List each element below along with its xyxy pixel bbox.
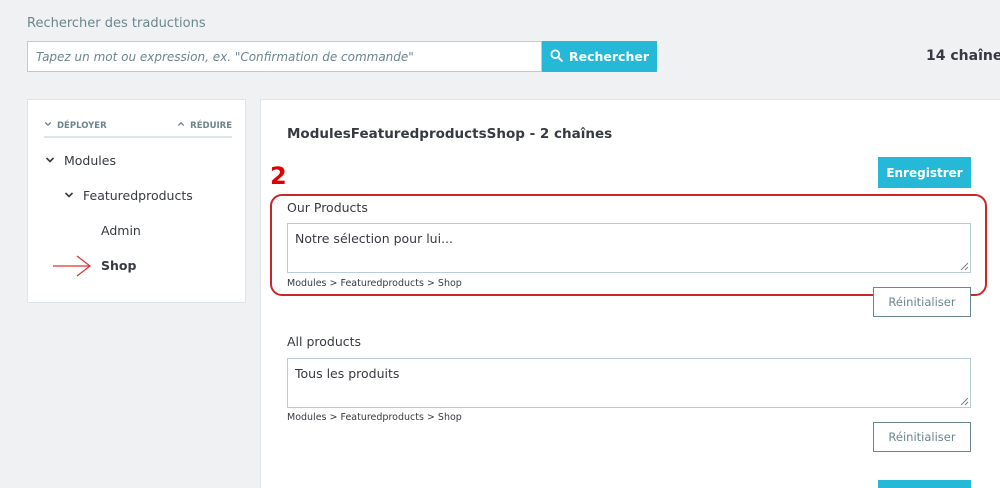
chevron-down-icon [64,188,74,203]
chevron-down-icon [44,120,52,131]
tree-node-featuredproducts[interactable]: Featuredproducts [64,188,193,203]
field-label: All products [287,334,362,349]
save-button[interactable]: Enregistrer [878,157,971,188]
tree-node-label: Modules [64,153,116,168]
page-title: ModulesFeaturedproductsShop - 2 chaînes [287,126,613,142]
reset-button[interactable]: Réinitialiser [873,422,971,452]
tree-node-label: Shop [101,258,137,273]
search-button[interactable]: Rechercher [542,41,657,72]
field-path: Modules > Featuredproducts > Shop [287,412,462,423]
annotation-number: 2 [270,162,287,190]
field-label: Our Products [287,200,368,215]
tree-toolbar: DÉPLOYER RÉDUIRE [44,120,232,138]
tree-collapse-label: RÉDUIRE [190,120,232,131]
tree-node-admin[interactable]: Admin [101,223,141,238]
translation-textarea[interactable] [287,358,971,408]
search-icon [550,48,563,65]
search-input[interactable] [27,41,542,72]
search-label: Rechercher des traductions [27,16,206,31]
tree-collapse-all-button[interactable]: RÉDUIRE [177,120,232,131]
tree-expand-label: DÉPLOYER [57,120,107,131]
save-button-bottom[interactable] [878,480,971,488]
tree-node-label: Admin [101,223,141,238]
tree-node-shop[interactable]: Shop [101,258,136,273]
tree-node-modules[interactable]: Modules [45,153,116,168]
chevron-down-icon [45,153,55,168]
tree-node-label: Featuredproducts [83,188,193,203]
reset-button[interactable]: Réinitialiser [873,287,971,317]
translation-textarea[interactable] [287,223,971,273]
strings-count: 14 chaînes [926,48,1000,64]
field-path: Modules > Featuredproducts > Shop [287,278,462,289]
chevron-up-icon [177,120,185,131]
search-button-label: Rechercher [568,49,649,64]
resize-grip-icon[interactable] [960,397,969,406]
annotation-arrow-icon [53,255,91,277]
tree-expand-all-button[interactable]: DÉPLOYER [44,120,107,131]
resize-grip-icon[interactable] [960,262,969,271]
